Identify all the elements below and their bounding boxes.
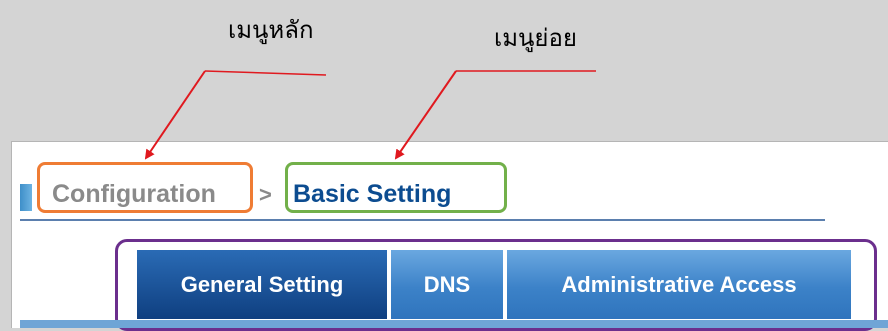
tab-administrative-access[interactable]: Administrative Access [506, 249, 852, 320]
tab-general-setting[interactable]: General Setting [136, 249, 388, 320]
tab-bar: General Setting DNS Administrative Acces… [136, 249, 854, 320]
breadcrumb-accent-bar [20, 184, 32, 211]
breadcrumb-main[interactable]: Configuration [52, 180, 216, 209]
tab-dns[interactable]: DNS [390, 249, 504, 320]
sub-menu-annotation: เมนูย่อย [494, 24, 577, 52]
breadcrumb-separator: > [259, 182, 272, 207]
breadcrumb-sub: Basic Setting [293, 180, 452, 208]
main-menu-annotation: เมนูหลัก [228, 16, 314, 44]
settings-panel: Configuration > Basic Setting General Se… [11, 141, 888, 331]
breadcrumb-divider [20, 219, 825, 221]
